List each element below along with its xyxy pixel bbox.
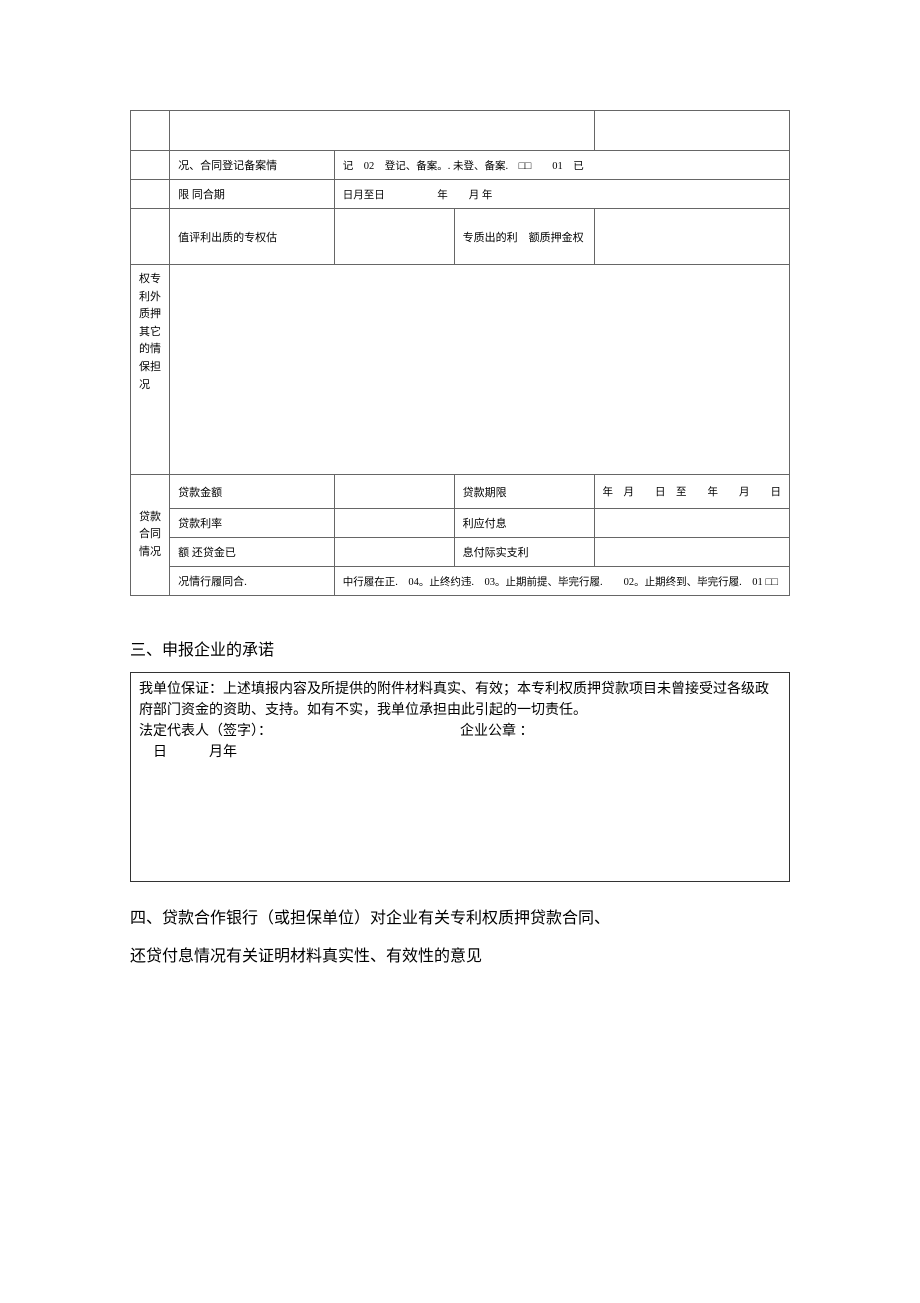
loan-amount-label: 贷款金额: [170, 475, 335, 509]
contract-period-value[interactable]: 日月至日 年 月 年: [334, 180, 789, 209]
contract-period-label: 限 同合期: [170, 180, 335, 209]
promise-body: 我单位保证：上述填报内容及所提供的附件材料真实、有效；本专利权质押贷款项目未曾接…: [139, 679, 781, 721]
reg-status-label: 况、合同登记备案情: [170, 151, 335, 180]
pledge-amount-label: 专质出的利 额质押金权: [454, 209, 594, 265]
blank-cell: [131, 111, 170, 151]
loan-rate-value[interactable]: [334, 509, 454, 538]
blank-cell: [131, 180, 170, 209]
other-guarantee-label: 权专利外质押其它的情保担况: [131, 265, 170, 475]
interest-paid-value[interactable]: [594, 538, 790, 567]
loan-rate-label: 贷款利率: [170, 509, 335, 538]
section-4-heading: 四、贷款合作银行（或担保单位）对企业有关专利权质押贷款合同、 还贷付息情况有关证…: [130, 900, 790, 977]
company-seal-label[interactable]: 企业公章 ：: [460, 721, 781, 742]
section-4-line1: 四、贷款合作银行（或担保单位）对企业有关专利权质押贷款合同、: [130, 900, 790, 938]
legal-rep-signature-label[interactable]: 法定代表人（签字）：: [139, 721, 460, 742]
blank-cell: [594, 111, 790, 151]
blank-cell: [131, 209, 170, 265]
interest-paid-label: 息付际实支利: [454, 538, 594, 567]
other-guarantee-value[interactable]: [170, 265, 790, 475]
patent-eval-label: 值评利出质的专权估: [170, 209, 335, 265]
performance-status-label: 况情行履同合.: [170, 567, 335, 596]
patent-eval-value[interactable]: [334, 209, 454, 265]
performance-status-value[interactable]: 中行履在正. 04。止终约违. 03。止期前提、毕完行履. 02。止期终到、毕完…: [334, 567, 789, 596]
section-4-line2: 还贷付息情况有关证明材料真实性、有效性的意见: [130, 938, 790, 976]
form-table: 况、合同登记备案情 记 02 登记、备案。. 未登、备案. □□ 01 已 限 …: [130, 110, 790, 596]
promise-date[interactable]: 日 月年: [139, 742, 781, 763]
blank-cell: [170, 111, 594, 151]
interest-payable-label: 利应付息: [454, 509, 594, 538]
section-3-heading: 三、申报企业的承诺: [130, 636, 790, 660]
blank-cell: [131, 151, 170, 180]
pledge-amount-value[interactable]: [594, 209, 790, 265]
interest-payable-value[interactable]: [594, 509, 790, 538]
repaid-amount-label: 额 还贷金已: [170, 538, 335, 567]
repaid-amount-value[interactable]: [334, 538, 454, 567]
loan-term-label: 贷款期限: [454, 475, 594, 509]
loan-section-label: 贷款合同情况: [131, 475, 170, 596]
reg-status-value[interactable]: 记 02 登记、备案。. 未登、备案. □□ 01 已: [334, 151, 789, 180]
promise-box: 我单位保证：上述填报内容及所提供的附件材料真实、有效；本专利权质押贷款项目未曾接…: [130, 672, 790, 882]
loan-amount-value[interactable]: [334, 475, 454, 509]
loan-term-value[interactable]: 年 月 日 至 年 月 日: [594, 475, 790, 509]
